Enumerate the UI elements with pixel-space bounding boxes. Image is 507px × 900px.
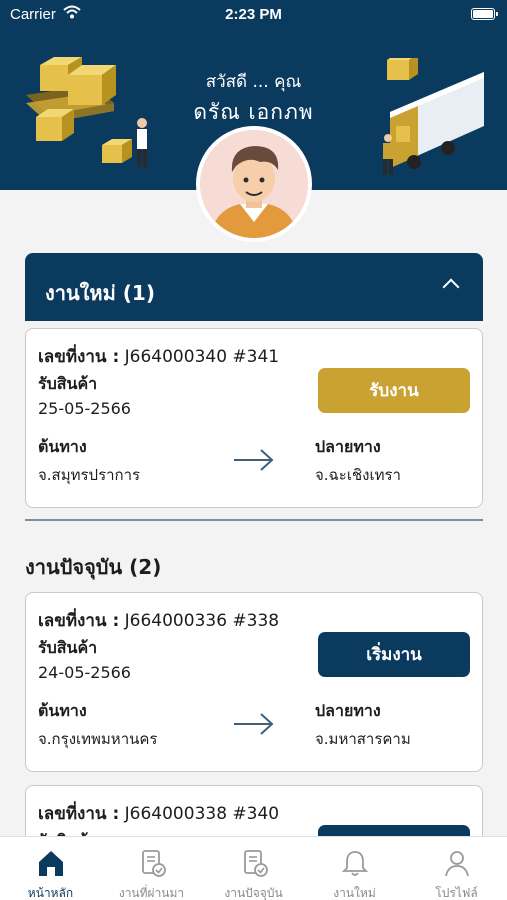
- pickup-date: 25-05-2566: [38, 399, 131, 418]
- tab-home[interactable]: หน้าหลัก: [0, 837, 101, 900]
- tab-label: งานใหม่: [333, 886, 376, 900]
- tab-label: งานปัจจุบัน: [224, 886, 283, 900]
- arrow-right-icon: [234, 713, 274, 735]
- accept-job-button[interactable]: รับงาน: [318, 368, 470, 413]
- job-number-row: เลขที่งาน : J664000336 #338: [38, 607, 279, 634]
- current-jobs-title: งานปัจจุบัน (2): [25, 555, 162, 579]
- origin-label: ต้นทาง: [38, 437, 87, 456]
- clock: 2:23 PM: [225, 6, 282, 23]
- pickup-date: 24-05-2566: [38, 663, 131, 682]
- document-check-icon: [244, 850, 268, 877]
- destination-label: ปลายทาง: [315, 701, 381, 720]
- job-number: J664000336 #338: [124, 611, 280, 631]
- tab-profile[interactable]: โปรไฟล์: [406, 837, 507, 900]
- home-icon: [39, 851, 63, 876]
- user-icon: [445, 851, 469, 877]
- job-number-row: เลขที่งาน : J664000338 #340: [38, 800, 279, 827]
- pickup-label: รับสินค้า: [38, 374, 98, 393]
- job-number: J664000340 #341: [124, 347, 280, 367]
- bell-icon: [341, 851, 369, 876]
- avatar[interactable]: [196, 126, 312, 242]
- job-number-label: เลขที่งาน :: [38, 804, 120, 824]
- tab-label: งานที่ผ่านมา: [118, 886, 185, 900]
- document-check-icon: [142, 850, 166, 877]
- origin-label: ต้นทาง: [38, 701, 87, 720]
- origin-value: จ.สมุทรปราการ: [38, 466, 141, 484]
- destination-label: ปลายทาง: [315, 437, 381, 456]
- new-jobs-header[interactable]: งานใหม่ (1): [25, 253, 483, 321]
- new-jobs-title: งานใหม่ (1): [45, 281, 155, 305]
- origin-value: จ.กรุงเทพมหานคร: [38, 730, 158, 748]
- tab-label: โปรไฟล์: [435, 886, 478, 900]
- destination-value: จ.มหาสารคาม: [315, 730, 411, 748]
- bottom-tab-bar: หน้าหลัก งานที่ผ่านมา งานปัจจุบัน งานใหม…: [0, 836, 507, 900]
- arrow-right-icon: [234, 449, 274, 471]
- job-card[interactable]: เลขที่งาน : J664000336 #338 รับสินค้า 24…: [25, 592, 483, 772]
- job-number-label: เลขที่งาน :: [38, 347, 120, 367]
- status-bar: Carrier 2:23 PM: [0, 0, 507, 28]
- tab-new-jobs[interactable]: งานใหม่: [304, 837, 405, 900]
- pickup-label: รับสินค้า: [38, 638, 98, 657]
- battery-icon: [471, 8, 498, 20]
- job-card[interactable]: เลขที่งาน : J664000340 #341 รับสินค้า 25…: [25, 328, 483, 508]
- job-number-row: เลขที่งาน : J664000340 #341: [38, 343, 279, 370]
- chevron-up-icon[interactable]: [442, 278, 460, 296]
- tab-current-jobs[interactable]: งานปัจจุบัน: [203, 837, 304, 900]
- delivery-truck-illustration: [383, 58, 484, 175]
- job-number-label: เลขที่งาน :: [38, 611, 120, 631]
- avatar-portrait-icon: [200, 130, 308, 238]
- section-divider: [25, 519, 483, 521]
- destination-value: จ.ฉะเชิงเทรา: [315, 466, 401, 484]
- start-job-button[interactable]: เริ่มงาน: [318, 632, 470, 677]
- tab-label: หน้าหลัก: [27, 886, 74, 900]
- tab-past-jobs[interactable]: งานที่ผ่านมา: [101, 837, 202, 900]
- job-number: J664000338 #340: [124, 804, 280, 824]
